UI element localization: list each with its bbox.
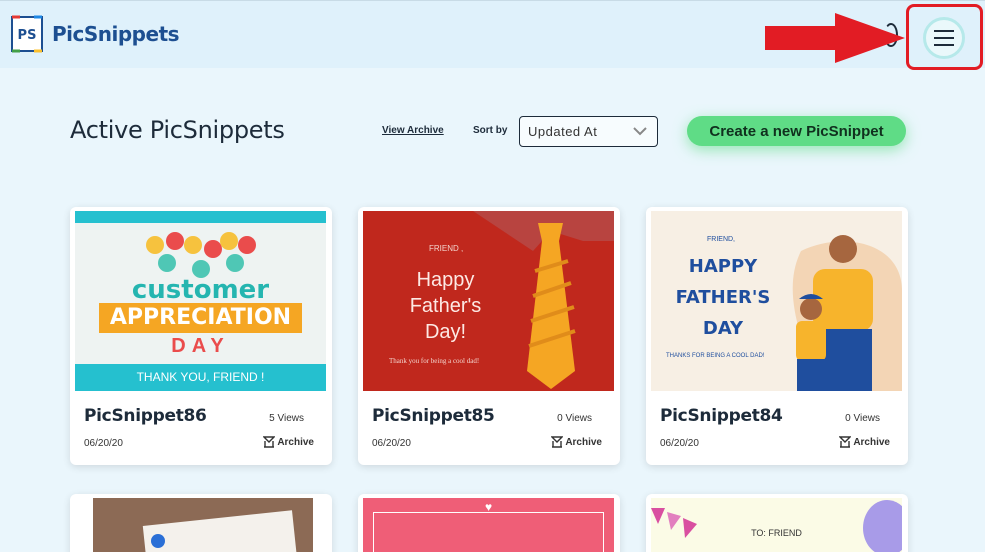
snippet-card[interactable]: [70, 494, 332, 552]
snippet-name: PicSnippet85: [372, 406, 495, 426]
thumb-footer: THANKS FOR BEING A COOL DAD!: [666, 353, 765, 359]
thumb-title: Happy Father's Day!: [393, 267, 498, 345]
snippet-thumbnail: FRIEND , Happy Father's Day! Thank you f…: [363, 211, 614, 391]
thumb-footer: THANK YOU, FRIEND !: [75, 364, 326, 391]
snippet-name: PicSnippet86: [84, 406, 207, 426]
thumb-small: FRIEND,: [707, 236, 735, 243]
archive-label: Archive: [565, 436, 602, 448]
thumb-line3: DAY: [171, 335, 230, 357]
archive-button[interactable]: Archive: [551, 436, 602, 448]
thumb-line1: customer: [131, 275, 270, 305]
snippet-thumbnail: customer APPRECIATION DAY THANK YOU, FRI…: [75, 211, 326, 391]
snippet-thumbnail: FRIEND, HAPPY FATHER'S DAY THANKS FOR BE…: [651, 211, 902, 391]
archive-label: Archive: [277, 436, 314, 448]
snippet-thumbnail: TO: FRIEND: [651, 498, 902, 552]
archive-button[interactable]: Archive: [263, 436, 314, 448]
snippet-views: 0 Views: [845, 413, 880, 424]
thumb-small: FRIEND ,: [429, 244, 464, 253]
snippet-views: 5 Views: [269, 413, 304, 424]
snippet-thumbnail: ♥: [363, 498, 614, 552]
hamburger-line: [934, 37, 954, 39]
archive-icon: [551, 436, 564, 448]
snippet-views: 0 Views: [557, 413, 592, 424]
thumb-line2: Father's: [409, 295, 482, 317]
snippet-card[interactable]: FRIEND, HAPPY FATHER'S DAY THANKS FOR BE…: [646, 207, 908, 465]
chevron-down-icon: [633, 124, 647, 141]
view-archive-link[interactable]: View Archive: [382, 125, 444, 136]
snippet-date: 06/20/20: [84, 438, 123, 449]
page-title: Active PicSnippets: [70, 116, 285, 144]
snippet-date: 06/20/20: [372, 438, 411, 449]
snippet-card[interactable]: customer APPRECIATION DAY THANK YOU, FRI…: [70, 207, 332, 465]
brand-name: PicSnippets: [52, 22, 180, 46]
hamburger-line: [934, 44, 954, 46]
pin-icon: [151, 534, 165, 548]
brand-logo[interactable]: PS PicSnippets: [10, 14, 180, 54]
sort-label: Sort by: [473, 125, 508, 136]
archive-button[interactable]: Archive: [839, 436, 890, 448]
thumb-footer: Thank you for being a cool dad!: [389, 357, 480, 365]
snippet-card[interactable]: FRIEND , Happy Father's Day! Thank you f…: [358, 207, 620, 465]
snippet-card[interactable]: TO: FRIEND: [646, 494, 908, 552]
annotation-arrow-icon: [765, 13, 905, 68]
sort-select[interactable]: Updated At: [519, 116, 658, 147]
archive-label: Archive: [853, 436, 890, 448]
thumb-line2: FATHER'S: [675, 287, 771, 308]
thumb-line3: Day!: [424, 321, 467, 343]
thumb-line1: Happy: [416, 269, 475, 291]
thumb-line3: DAY: [702, 318, 744, 339]
logo-icon: PS: [10, 14, 46, 54]
snippet-card[interactable]: ♥: [358, 494, 620, 552]
svg-text:PS: PS: [18, 28, 37, 43]
create-picsnippet-button[interactable]: Create a new PicSnippet: [687, 116, 906, 146]
snippet-date: 06/20/20: [660, 438, 699, 449]
hamburger-menu-button[interactable]: [923, 17, 965, 59]
sort-value: Updated At: [528, 124, 598, 139]
thumb-title: HAPPY FATHER'S DAY: [673, 251, 773, 344]
thumb-line2: APPRECIATION: [99, 303, 302, 333]
archive-icon: [263, 436, 276, 448]
hamburger-line: [934, 30, 954, 32]
archive-icon: [839, 436, 852, 448]
bunting-icon: [651, 500, 902, 552]
thumb-text: TO: FRIEND: [751, 528, 802, 538]
thumb-line1: HAPPY: [688, 256, 758, 277]
heart-icon: ♥: [484, 500, 493, 514]
top-header: PS PicSnippets: [0, 0, 985, 70]
snippet-thumbnail: [75, 498, 326, 552]
snippet-name: PicSnippet84: [660, 406, 783, 426]
